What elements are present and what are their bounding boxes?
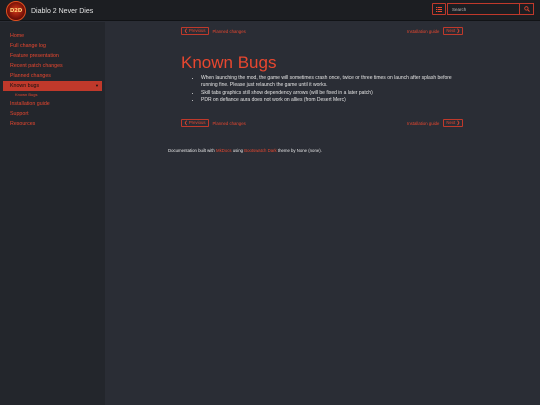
pager-top: ❮ Previous Planned changes Installation … — [181, 26, 463, 36]
search-icon — [523, 6, 530, 12]
chevron-right-icon: ❯ — [456, 120, 460, 126]
sidebar-item-installation-guide[interactable]: Installation guide — [0, 99, 105, 109]
chevron-left-icon: ❮ — [184, 120, 188, 126]
sidebar-item-label: Known bugs — [10, 83, 40, 89]
next-page-link[interactable]: Installation guide — [407, 29, 439, 34]
sidebar-item-resources[interactable]: Resources — [0, 119, 105, 129]
sidebar-nav: Home Full change log Feature presentatio… — [0, 22, 105, 129]
search-button[interactable] — [520, 3, 534, 15]
sidebar: Home Full change log Feature presentatio… — [0, 22, 105, 405]
next-button[interactable]: Next ❯ — [443, 27, 463, 35]
footer: Documentation built with MkDocs using Bo… — [168, 148, 322, 153]
list-item: Skill tabs graphics still show dependenc… — [201, 90, 463, 97]
previous-page-link[interactable]: Planned changes — [213, 29, 246, 34]
next-page-link[interactable]: Installation guide — [407, 121, 439, 126]
previous-button[interactable]: ❮ Previous — [181, 119, 209, 128]
page-title: Known Bugs — [181, 53, 277, 72]
menu-toggle-button[interactable] — [432, 3, 446, 15]
list-icon — [436, 6, 442, 12]
list-item: PDR on defiance aura does not work on al… — [201, 97, 463, 104]
chevron-left-icon: ❮ — [184, 28, 188, 33]
pager-bottom: ❮ Previous Planned changes Installation … — [181, 118, 463, 128]
chevron-right-icon: ❯ — [456, 28, 460, 33]
next-button[interactable]: Next ❯ — [443, 119, 463, 128]
pager-previous-group: ❮ Previous Planned changes — [181, 27, 250, 35]
sidebar-item-recent-patch-changes[interactable]: Recent patch changes — [0, 61, 105, 71]
mkdocs-link[interactable]: MkDocs — [216, 148, 232, 153]
previous-button[interactable]: ❮ Previous — [181, 27, 209, 35]
sidebar-item-full-change-log[interactable]: Full change log — [0, 41, 105, 51]
search-input[interactable] — [447, 3, 520, 15]
navbar-controls — [432, 3, 534, 15]
top-navbar: D2D Diablo 2 Never Dies — [0, 0, 540, 21]
bug-list: When launching the mod, the game will so… — [181, 75, 463, 104]
theme-link[interactable]: Bootswatch Dark — [244, 148, 276, 153]
list-item: When launching the mod, the game will so… — [201, 75, 463, 90]
sidebar-item-feature-presentation[interactable]: Feature presentation — [0, 51, 105, 61]
previous-page-link[interactable]: Planned changes — [213, 121, 246, 126]
brand-link[interactable]: D2D Diablo 2 Never Dies — [6, 1, 93, 21]
sidebar-item-known-bugs[interactable]: Known bugs ▼ — [3, 81, 102, 91]
site-title: Diablo 2 Never Dies — [31, 7, 94, 15]
pager-next-group: Installation guide Next ❯ — [403, 27, 463, 35]
sidebar-subitem-known-bugs[interactable]: Known Bugs — [0, 91, 105, 99]
sidebar-item-home[interactable]: Home — [0, 31, 105, 41]
sidebar-item-support[interactable]: Support — [0, 109, 105, 119]
caret-down-icon: ▼ — [95, 83, 99, 88]
pager-next-group: Installation guide Next ❯ — [403, 119, 463, 128]
main-content: ❮ Previous Planned changes Installation … — [181, 22, 463, 128]
pager-previous-group: ❮ Previous Planned changes — [181, 119, 250, 128]
sidebar-item-planned-changes[interactable]: Planned changes — [0, 71, 105, 81]
logo: D2D — [6, 1, 26, 21]
